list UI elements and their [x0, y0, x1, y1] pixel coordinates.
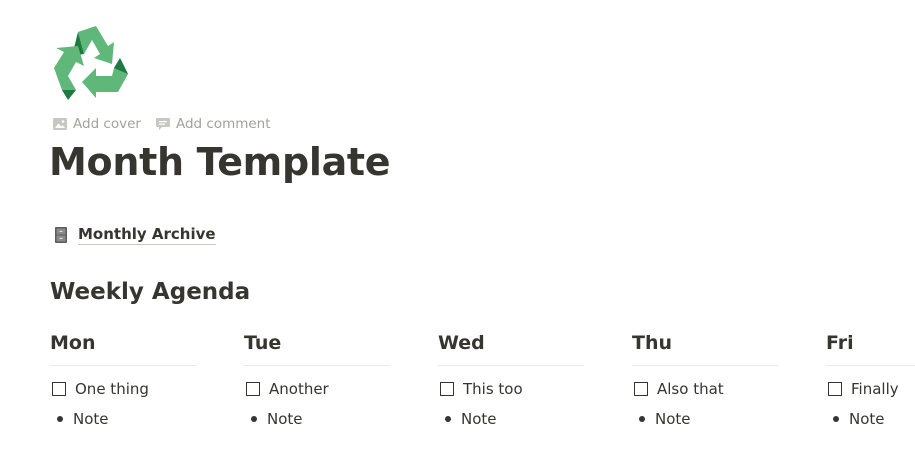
bullet-icon	[57, 416, 63, 422]
todo-label[interactable]: One thing	[75, 380, 149, 398]
day-column-mon: Mon One thing Note	[50, 328, 196, 428]
bullet-icon	[445, 416, 451, 422]
note-label[interactable]: Note	[267, 410, 303, 428]
note-label[interactable]: Note	[655, 410, 691, 428]
add-comment-button[interactable]: Add comment	[155, 116, 271, 132]
day-heading[interactable]: Wed	[438, 328, 584, 358]
day-column-tue: Tue Another Note	[244, 328, 390, 428]
divider	[50, 365, 196, 366]
bullet-icon	[639, 416, 645, 422]
checkbox[interactable]	[828, 382, 842, 396]
checkbox[interactable]	[246, 382, 260, 396]
todo-item: Another	[244, 380, 390, 398]
weekly-agenda-columns: Mon One thing Note Tue Another Note Wed …	[50, 328, 915, 458]
bullet-item: Note	[438, 410, 584, 428]
image-icon	[53, 118, 67, 130]
bullet-icon	[251, 416, 257, 422]
monthly-archive-label: Monthly Archive	[78, 225, 216, 245]
todo-label[interactable]: Another	[269, 380, 329, 398]
file-cabinet-icon	[55, 226, 67, 243]
todo-label[interactable]: Finally	[851, 380, 899, 398]
add-cover-label: Add cover	[73, 116, 141, 132]
day-heading[interactable]: Tue	[244, 328, 390, 358]
day-column-wed: Wed This too Note	[438, 328, 584, 428]
bullet-item: Note	[50, 410, 196, 428]
note-label[interactable]: Note	[461, 410, 497, 428]
add-cover-button[interactable]: Add cover	[52, 116, 141, 132]
todo-label[interactable]: Also that	[657, 380, 724, 398]
day-heading[interactable]: Thu	[632, 328, 778, 358]
page-title[interactable]: Month Template	[49, 140, 391, 184]
checkbox[interactable]	[634, 382, 648, 396]
note-label[interactable]: Note	[73, 410, 109, 428]
divider	[438, 365, 584, 366]
add-comment-label: Add comment	[175, 116, 271, 132]
recycle-icon[interactable]	[50, 24, 130, 104]
day-column-thu: Thu Also that Note	[632, 328, 778, 428]
todo-item: This too	[438, 380, 584, 398]
comment-icon	[155, 118, 170, 130]
todo-label[interactable]: This too	[463, 380, 523, 398]
checkbox[interactable]	[440, 382, 454, 396]
todo-item: One thing	[50, 380, 196, 398]
bullet-item: Note	[244, 410, 390, 428]
bullet-item: Note	[632, 410, 778, 428]
checkbox[interactable]	[52, 382, 66, 396]
bullet-icon	[833, 416, 839, 422]
page-actions: Add cover Add comment	[52, 116, 271, 132]
todo-item: Finally	[826, 380, 915, 398]
weekly-agenda-heading[interactable]: Weekly Agenda	[50, 279, 250, 305]
day-column-fri: Fri Finally Note	[826, 328, 915, 428]
divider	[632, 365, 778, 366]
bullet-item: Note	[826, 410, 915, 428]
divider	[826, 365, 915, 366]
todo-item: Also that	[632, 380, 778, 398]
monthly-archive-link[interactable]: Monthly Archive	[52, 224, 216, 245]
day-heading[interactable]: Fri	[826, 328, 915, 358]
day-heading[interactable]: Mon	[50, 328, 196, 358]
divider	[244, 365, 390, 366]
note-label[interactable]: Note	[849, 410, 885, 428]
